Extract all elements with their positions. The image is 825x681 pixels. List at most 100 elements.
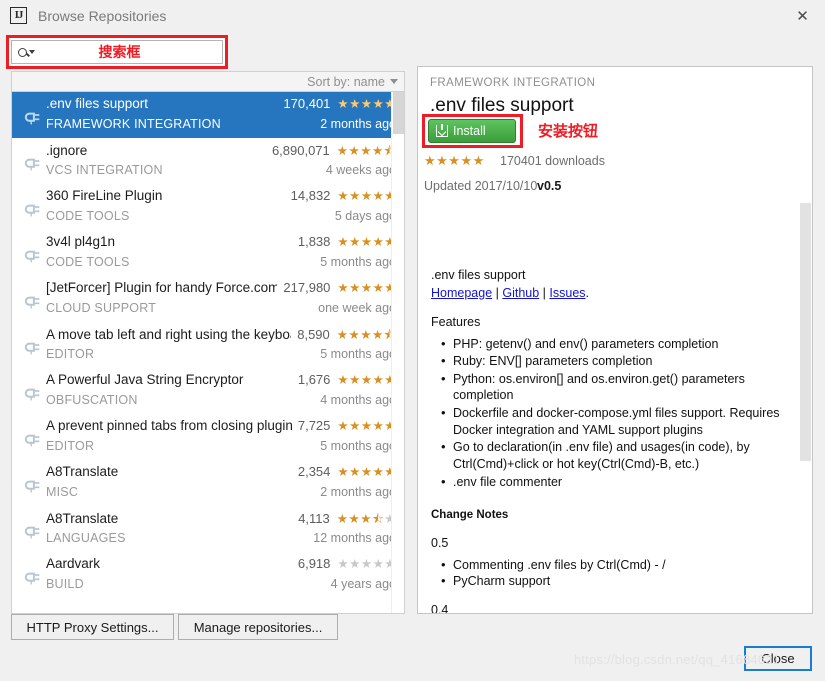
close-button[interactable]: Close <box>744 646 812 671</box>
plugin-row-body: 360 FireLine Plugin 14,832 ★★★★★ CODE TOOLS… <box>46 188 396 230</box>
change-note-version: 0.5 <box>431 536 449 551</box>
intellij-logo-icon: IJ <box>10 7 27 24</box>
plugin-icon <box>20 280 46 322</box>
plugin-row-body: A move tab left and right using the keyb… <box>46 326 396 368</box>
plugin-name: Aardvark <box>46 556 101 571</box>
change-notes-heading: Change Notes <box>431 509 509 522</box>
change-note-items: Commenting .env files by Ctrl(Cmd) - /Py… <box>431 556 797 590</box>
plugin-category: MISC <box>46 485 79 499</box>
search-input[interactable]: 搜索框 <box>11 40 223 64</box>
plugin-category: EDITOR <box>46 439 95 453</box>
plugin-list-item[interactable]: A Powerful Java String Encryptor 1,676 ★★★… <box>12 368 404 414</box>
plugin-row-body: .ignore 6,890,071 ★★★★⯪ VCS INTEGRATION 4 we… <box>46 142 396 184</box>
sort-by-label: Sort by: name <box>307 74 385 89</box>
plugin-row-body: Aardvark 6,918 ★★★★★ BUILD 4 years ago <box>46 556 396 598</box>
close-icon[interactable]: ✕ <box>780 0 825 31</box>
plugin-category: LANGUAGES <box>46 531 126 545</box>
plugin-row-body: A Powerful Java String Encryptor 1,676 ★★★… <box>46 372 396 414</box>
plugin-name: .ignore <box>46 143 88 158</box>
plugin-category: CODE TOOLS <box>46 209 130 223</box>
detail-header: FRAMEWORK INTEGRATION .env files support <box>418 67 812 117</box>
plugin-updated: 2 months ago <box>320 117 396 131</box>
detail-category: FRAMEWORK INTEGRATION <box>430 77 596 89</box>
toolbar: 搜索框 ↻ Category: All <box>0 31 825 92</box>
plugin-downloads: 217,980 <box>283 280 331 295</box>
change-note-item: Commenting .env files by Ctrl(Cmd) - / <box>441 556 797 574</box>
plugin-downloads: 14,832 <box>290 188 331 203</box>
link-separator: | <box>539 285 550 300</box>
plugin-category: BUILD <box>46 577 84 591</box>
sort-caret-icon <box>390 79 398 84</box>
plugin-list-item[interactable]: A move tab left and right using the keyb… <box>12 322 404 368</box>
plugin-list-item[interactable]: A8Translate 4,113 ★★★⯪★ LANGUAGES 12 months … <box>12 506 404 552</box>
detail-scrollbar-thumb[interactable] <box>800 203 811 461</box>
manage-repositories-button[interactable]: Manage repositories... <box>178 614 338 640</box>
detail-downloads-count: 170401 downloads <box>500 154 605 168</box>
sort-by-control[interactable]: Sort by: name <box>11 71 405 91</box>
plugin-list-item[interactable]: .ignore 6,890,071 ★★★★⯪ VCS INTEGRATION 4 we… <box>12 138 404 184</box>
detail-link-homepage[interactable]: Homepage <box>431 286 492 300</box>
plugin-name: A prevent pinned tabs from closing plugi… <box>46 418 292 433</box>
plugin-downloads: 7,725 <box>297 418 331 433</box>
links-suffix: . <box>585 285 590 300</box>
plugin-row-body: [JetForcer] Plugin for handy Force.com d… <box>46 280 396 322</box>
plugin-rating-stars: ★★★★★ <box>337 419 395 433</box>
plugin-updated: 2 months ago <box>320 485 396 499</box>
plugin-icon <box>20 418 46 460</box>
plugin-rating-stars: ★★★★★ <box>337 189 395 203</box>
detail-rating-stars: ★★★★★ <box>424 153 485 168</box>
plugin-row-body: A prevent pinned tabs from closing plugi… <box>46 418 396 460</box>
plugin-list-scrollbar-thumb[interactable] <box>393 92 404 134</box>
install-button-label: Install <box>453 124 486 138</box>
plugin-rating-stars: ★★★★★ <box>337 235 395 249</box>
plugin-rating-stars: ★★★★★ <box>337 97 395 111</box>
plugin-row-body: 3v4l pl4g1n 1,838 ★★★★★ CODE TOOLS 5 months … <box>46 234 396 276</box>
link-separator: | <box>492 285 503 300</box>
detail-version: v0.5 <box>537 179 562 193</box>
title-bar: IJ Browse Repositories ✕ <box>0 0 825 31</box>
plugin-list-item[interactable]: A8Translate 2,354 ★★★★★ MISC 2 months ago <box>12 460 404 506</box>
plugin-list-item[interactable]: 3v4l pl4g1n 1,838 ★★★★★ CODE TOOLS 5 months … <box>12 230 404 276</box>
detail-updated-date: Updated 2017/10/10 <box>424 179 538 193</box>
plugin-list-item[interactable]: [JetForcer] Plugin for handy Force.com d… <box>12 276 404 322</box>
detail-description-body: .env files support Homepage | Github | I… <box>419 207 812 614</box>
plugin-rating-stars: ★★★★★ <box>337 557 395 571</box>
search-input-value: 搜索框 <box>98 44 141 60</box>
plugin-category: CLOUD SUPPORT <box>46 301 157 315</box>
detail-link-issues[interactable]: Issues <box>549 286 585 300</box>
plugin-list-scrollbar[interactable] <box>391 92 404 613</box>
plugin-updated: 4 months ago <box>320 393 396 407</box>
detail-link-github[interactable]: Github <box>502 286 539 300</box>
plugin-updated: 4 years ago <box>330 577 396 591</box>
plugin-icon <box>20 372 46 414</box>
install-button[interactable]: Install <box>428 119 516 143</box>
plugin-updated: 5 months ago <box>320 255 396 269</box>
change-note-item: PyCharm support <box>441 572 797 590</box>
feature-item: PHP: getenv() and env() parameters compl… <box>441 335 797 353</box>
change-notes-list: 0.5 Commenting .env files by Ctrl(Cmd) - … <box>431 535 797 614</box>
plugin-list-item[interactable]: A prevent pinned tabs from closing plugi… <box>12 414 404 460</box>
feature-item: Python: os.environ[] and os.environ.get(… <box>441 370 797 404</box>
plugin-icon <box>20 510 46 552</box>
plugin-downloads: 170,401 <box>283 96 331 111</box>
plugin-name: 360 FireLine Plugin <box>46 188 163 203</box>
search-icon <box>18 47 35 57</box>
plugin-row-body: A8Translate 2,354 ★★★★★ MISC 2 months ago <box>46 464 396 506</box>
plugin-list-item[interactable]: Aardvark 6,918 ★★★★★ BUILD 4 years ago <box>12 552 404 598</box>
http-proxy-settings-button[interactable]: HTTP Proxy Settings... <box>11 614 174 640</box>
plugin-list-item[interactable]: 360 FireLine Plugin 14,832 ★★★★★ CODE TOOLS… <box>12 184 404 230</box>
plugin-list[interactable]: .env files support 170,401 ★★★★★ FRAMEWORK … <box>11 91 405 614</box>
detail-scrollbar[interactable] <box>799 67 812 613</box>
plugin-name: A Powerful Java String Encryptor <box>46 372 244 387</box>
feature-item: .env file commenter <box>441 473 797 491</box>
plugin-name: [JetForcer] Plugin for handy Force.com d <box>46 280 278 295</box>
plugin-list-item[interactable]: .env files support 170,401 ★★★★★ FRAMEWORK … <box>12 92 404 138</box>
plugin-updated: 5 days ago <box>334 209 396 223</box>
download-icon <box>436 124 448 137</box>
detail-description-title: .env files support <box>431 268 526 282</box>
window-title: Browse Repositories <box>38 7 167 24</box>
plugin-downloads: 1,676 <box>297 372 331 387</box>
browse-repositories-dialog: IJ Browse Repositories ✕ 搜索框 ↻ Category:… <box>0 0 825 681</box>
change-note-version: 0.4 <box>431 603 449 614</box>
plugin-rating-stars: ★★★★⯪ <box>336 144 396 158</box>
